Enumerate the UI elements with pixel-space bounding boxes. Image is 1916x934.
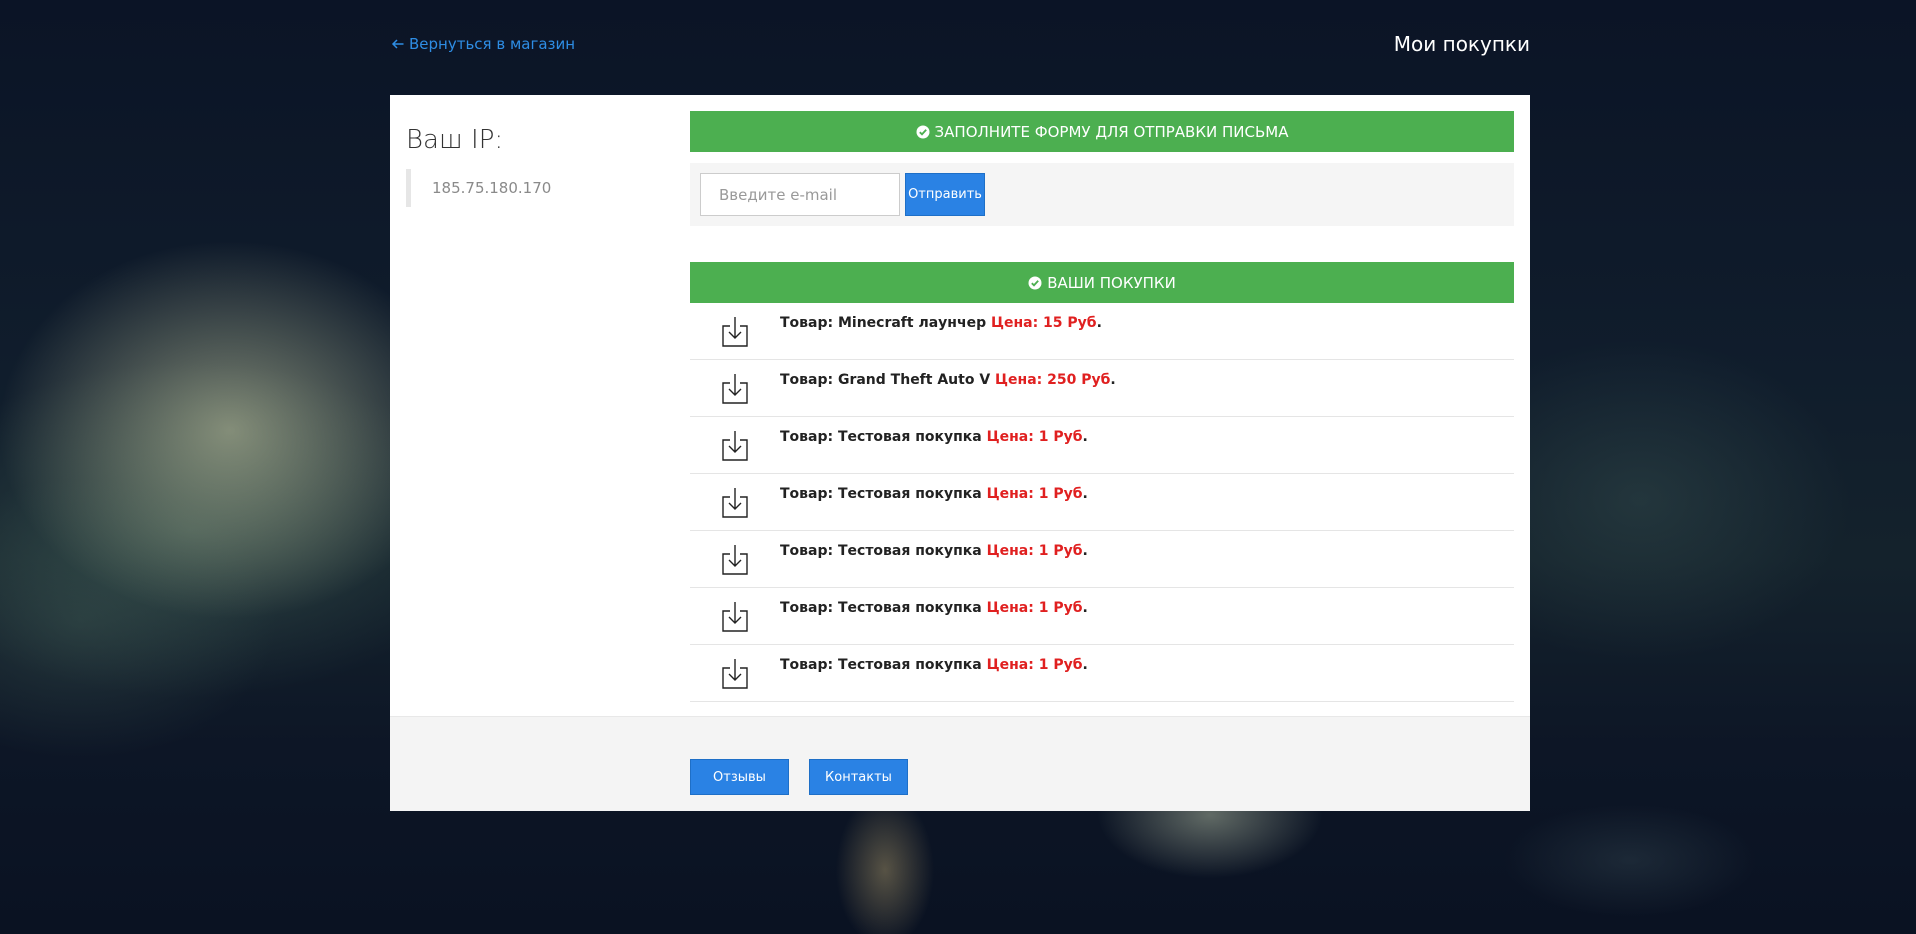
purchase-price: Цена: 15 Руб (990, 315, 1097, 331)
send-button[interactable]: Отправить (905, 173, 985, 216)
purchases-heading: ВАШИ ПОКУПКИ (690, 262, 1514, 303)
purchase-label: Товар: Тестовая покупка (780, 657, 982, 673)
check-circle-icon (1028, 276, 1042, 289)
content-panel: Ваш IP: 185.75.180.170 ЗАПОЛНИТЕ ФОРМУ Д… (390, 95, 1530, 811)
purchase-item: Товар: Grand Theft Auto V Цена: 250 Руб. (690, 360, 1514, 417)
download-icon[interactable] (722, 486, 748, 518)
download-icon[interactable] (722, 600, 748, 632)
purchase-end: . (1096, 315, 1102, 331)
check-circle-icon (916, 125, 930, 138)
download-icon[interactable] (722, 543, 748, 575)
purchase-price: Цена: 1 Руб (986, 429, 1083, 445)
purchase-item: Товар: Тестовая покупка Цена: 1 Руб. (690, 588, 1514, 645)
purchase-item: Товар: Тестовая покупка Цена: 1 Руб. (690, 531, 1514, 588)
purchase-text: Товар: Тестовая покупка Цена: 1 Руб. (780, 657, 1088, 673)
purchases-heading-text: ВАШИ ПОКУПКИ (1047, 273, 1176, 292)
arrow-left-icon (391, 39, 404, 49)
panel-footer: Отзывы Контакты (390, 716, 1530, 811)
purchase-item: Товар: Тестовая покупка Цена: 1 Руб. (690, 474, 1514, 531)
purchase-label: Товар: Minecraft лаунчер (780, 315, 987, 331)
purchase-text: Товар: Тестовая покупка Цена: 1 Руб. (780, 543, 1088, 559)
download-icon[interactable] (722, 657, 748, 689)
purchase-text: Товар: Grand Theft Auto V Цена: 250 Руб. (780, 372, 1116, 388)
purchase-list: Товар: Minecraft лаунчер Цена: 15 Руб. Т… (690, 303, 1514, 702)
purchase-text: Товар: Тестовая покупка Цена: 1 Руб. (780, 600, 1088, 616)
ip-value: 185.75.180.170 (406, 169, 666, 207)
ip-sidebar: Ваш IP: 185.75.180.170 (406, 125, 666, 207)
purchase-text: Товар: Minecraft лаунчер Цена: 15 Руб. (780, 315, 1102, 331)
purchase-price: Цена: 1 Руб (986, 657, 1083, 673)
purchase-label: Товар: Тестовая покупка (780, 543, 982, 559)
main-column: ЗАПОЛНИТЕ ФОРМУ ДЛЯ ОТПРАВКИ ПИСЬМА Отпр… (690, 111, 1514, 702)
purchase-end: . (1082, 486, 1088, 502)
back-link-label: Вернуться в магазин (409, 35, 576, 53)
email-input[interactable] (700, 173, 900, 216)
ip-title: Ваш IP: (406, 125, 504, 155)
purchase-price: Цена: 250 Руб (995, 372, 1111, 388)
download-icon[interactable] (722, 372, 748, 404)
reviews-button[interactable]: Отзывы (690, 759, 789, 795)
download-icon[interactable] (722, 429, 748, 461)
download-icon[interactable] (722, 315, 748, 347)
purchase-item: Товар: Тестовая покупка Цена: 1 Руб. (690, 645, 1514, 702)
purchase-end: . (1082, 600, 1088, 616)
purchase-label: Товар: Grand Theft Auto V (780, 372, 991, 388)
page-title: Мои покупки (1393, 32, 1530, 56)
purchase-end: . (1110, 372, 1116, 388)
purchase-label: Товар: Тестовая покупка (780, 486, 982, 502)
contacts-button[interactable]: Контакты (809, 759, 908, 795)
purchase-end: . (1082, 657, 1088, 673)
purchase-item: Товар: Minecraft лаунчер Цена: 15 Руб. (690, 303, 1514, 360)
purchase-label: Товар: Тестовая покупка (780, 600, 982, 616)
purchase-label: Товар: Тестовая покупка (780, 429, 982, 445)
purchase-price: Цена: 1 Руб (986, 600, 1083, 616)
email-form: Отправить (690, 163, 1514, 226)
purchase-end: . (1082, 543, 1088, 559)
purchase-text: Товар: Тестовая покупка Цена: 1 Руб. (780, 429, 1088, 445)
email-form-heading: ЗАПОЛНИТЕ ФОРМУ ДЛЯ ОТПРАВКИ ПИСЬМА (690, 111, 1514, 152)
purchase-end: . (1082, 429, 1088, 445)
email-form-heading-text: ЗАПОЛНИТЕ ФОРМУ ДЛЯ ОТПРАВКИ ПИСЬМА (934, 122, 1289, 141)
purchase-price: Цена: 1 Руб (986, 543, 1083, 559)
purchase-text: Товар: Тестовая покупка Цена: 1 Руб. (780, 486, 1088, 502)
purchase-price: Цена: 1 Руб (986, 486, 1083, 502)
purchase-item: Товар: Тестовая покупка Цена: 1 Руб. (690, 417, 1514, 474)
back-to-shop-link[interactable]: Вернуться в магазин (391, 35, 575, 53)
